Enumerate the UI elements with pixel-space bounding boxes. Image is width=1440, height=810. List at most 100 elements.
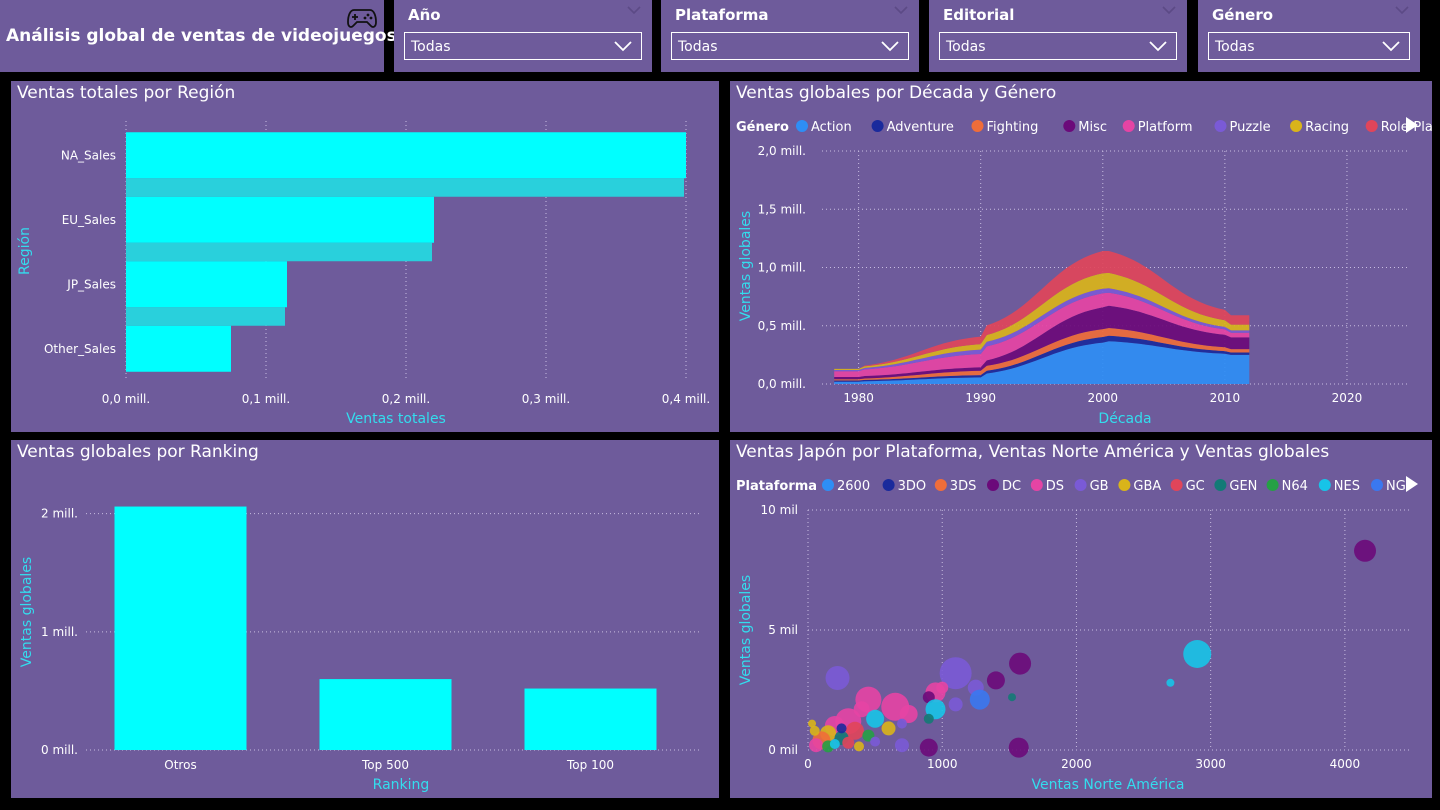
legend-swatch <box>1214 120 1227 132</box>
decade-genre-chart-panel: Ventas globales por Década y Género Géne… <box>730 81 1432 432</box>
scatter-point <box>986 671 1005 690</box>
scatter-point <box>948 697 963 712</box>
japan-scatter-chart-panel: Ventas Japón por Plataforma, Ventas Nort… <box>730 440 1432 798</box>
scatter-point <box>829 739 840 749</box>
chevron-down-icon[interactable] <box>626 4 642 16</box>
legend-swatch <box>971 120 984 132</box>
japan-scatter-chart: Plataforma 2600 3DO 3DS DC DS GB GBA GC GEN N64 NES… <box>736 476 1418 793</box>
legend-swatch <box>1371 479 1383 491</box>
y-axis-title: Ventas globales <box>738 211 754 321</box>
y-tick-label: EU_Sales <box>62 213 116 227</box>
slicer-label: Género <box>1212 6 1274 24</box>
legend-swatch <box>1122 120 1135 132</box>
x-tick-label: 0,0 mill. <box>102 392 150 406</box>
x-tick-label: 0,3 mill. <box>522 392 570 406</box>
genre-dropdown[interactable]: Todas <box>1208 32 1410 60</box>
y-tick-label: 0,5 mill. <box>758 319 806 333</box>
scatter-point <box>894 738 909 753</box>
legend-label: Racing <box>1305 120 1349 135</box>
x-tick-label: 0 <box>804 757 812 771</box>
legend-swatch <box>1214 479 1227 491</box>
dropdown-value: Todas <box>411 39 451 55</box>
legend-swatch <box>871 120 884 132</box>
slicer-publisher[interactable]: Editorial Todas <box>929 0 1187 72</box>
slicer-label: Plataforma <box>675 6 769 24</box>
decade-genre-area-chart: Género Action Adventure Fighting Misc Platfor… <box>736 117 1432 427</box>
y-tick-label: 5 mil <box>768 623 798 637</box>
region-chart-panel: Ventas totales por Región 0,0 mill. 0,1 m… <box>11 81 719 432</box>
chevron-down-icon <box>1382 41 1400 52</box>
x-axis-title: Ranking <box>373 777 430 793</box>
y-axis-title: Ventas globales <box>19 557 35 667</box>
x-tick-label: 1000 <box>927 757 958 771</box>
legend-label: N64 <box>1282 479 1308 494</box>
x-tick-label: 1980 <box>843 391 874 405</box>
chevron-down-icon[interactable] <box>893 4 909 16</box>
legend-label: Misc <box>1078 120 1107 135</box>
bar-top-100 <box>524 688 657 750</box>
legend-label: 3DS <box>950 479 977 494</box>
slicer-genre[interactable]: Género Todas <box>1198 0 1420 72</box>
legend-swatch <box>796 120 808 132</box>
chevron-down-icon[interactable] <box>1161 4 1177 16</box>
bar-connector <box>126 307 285 326</box>
x-tick-label: 3000 <box>1195 757 1226 771</box>
scatter-point <box>1008 737 1029 758</box>
legend-label: GBA <box>1133 479 1161 494</box>
legend-label: DS <box>1046 479 1064 494</box>
legend-label: 2600 <box>837 479 870 494</box>
year-dropdown[interactable]: Todas <box>404 32 642 60</box>
scatter-point <box>923 713 934 724</box>
legend-swatch <box>1318 479 1331 491</box>
legend-label: Action <box>811 120 852 135</box>
publisher-dropdown[interactable]: Todas <box>939 32 1177 60</box>
y-tick-label: 2,0 mill. <box>758 144 806 158</box>
scatter-point <box>808 719 817 728</box>
legend-swatch <box>934 479 947 491</box>
chevron-down-icon <box>1149 41 1167 52</box>
y-tick-label: 0,0 mill. <box>758 377 806 391</box>
legend-label: Fighting <box>987 120 1039 135</box>
x-axis-title: Década <box>1098 411 1151 427</box>
legend-label: GEN <box>1229 479 1257 494</box>
legend-swatch <box>1074 479 1087 491</box>
legend-label: DC <box>1002 479 1021 494</box>
y-tick-label: Other_Sales <box>44 342 116 356</box>
x-tick-label: Top 500 <box>361 758 409 772</box>
y-tick-label: 1 mill. <box>41 625 78 639</box>
slicer-year[interactable]: Año Todas <box>394 0 652 72</box>
legend-label: Platform <box>1138 120 1193 135</box>
bar-connector <box>126 242 432 262</box>
legend-label: Adventure <box>887 120 954 135</box>
y-axis-title: Región <box>17 227 33 275</box>
scatter-point <box>809 738 824 753</box>
scatter-point <box>1008 693 1017 702</box>
legend-swatch <box>1063 120 1076 132</box>
x-tick-label: 2000 <box>1088 391 1119 405</box>
y-axis-title: Ventas globales <box>738 575 754 685</box>
legend-swatch <box>987 479 999 491</box>
legend-title: Plataforma <box>736 479 817 494</box>
ranking-chart-panel: Ventas globales por Ranking 0 mill. 1 mil… <box>11 440 719 798</box>
x-tick-label: 0,2 mill. <box>382 392 430 406</box>
scatter-point <box>896 718 907 729</box>
x-tick-label: 0,4 mill. <box>662 392 710 406</box>
bar-top-500 <box>319 679 452 750</box>
scatter-point <box>842 736 855 749</box>
legend-swatch <box>882 479 895 491</box>
bar-jp-sales <box>126 261 287 308</box>
slicer-label: Año <box>408 6 441 24</box>
legend-title: Género <box>736 120 789 135</box>
scatter-point <box>825 666 850 690</box>
slicer-platform[interactable]: Plataforma Todas <box>661 0 919 72</box>
chevron-down-icon[interactable] <box>1394 4 1410 16</box>
platform-dropdown[interactable]: Todas <box>671 32 909 60</box>
x-axis-title: Ventas Norte América <box>1032 777 1185 793</box>
x-tick-label: 2000 <box>1061 757 1092 771</box>
x-tick-label: 1990 <box>965 391 996 405</box>
scatter-point <box>919 738 938 757</box>
legend-swatch <box>1118 479 1131 491</box>
scatter-point <box>1166 678 1175 687</box>
x-tick-label: 2010 <box>1210 391 1241 405</box>
title-panel: Análisis global de ventas de videojuegos <box>0 0 397 72</box>
